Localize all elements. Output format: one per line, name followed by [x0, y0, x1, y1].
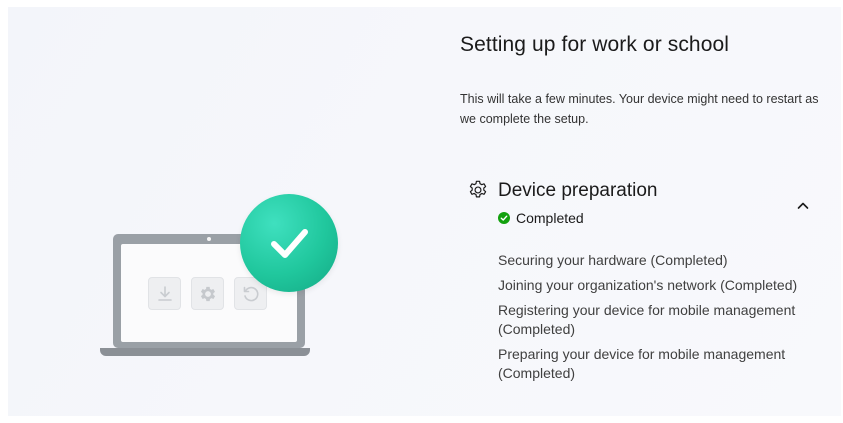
- list-item: Joining your organization's network (Com…: [498, 277, 798, 293]
- page-title: Setting up for work or school: [460, 33, 730, 56]
- chevron-up-icon: [797, 202, 809, 209]
- check-circle-icon: [498, 212, 510, 224]
- list-item: Registering your device for mobile manag…: [498, 302, 796, 337]
- camera-dot: [207, 237, 211, 241]
- step-list: Securing your hardware (Completed) Joini…: [498, 251, 828, 389]
- status-badge: Completed: [498, 210, 584, 226]
- setup-description: This will take a few minutes. Your devic…: [460, 92, 819, 126]
- laptop-base: [100, 348, 310, 356]
- section-title: Device preparation: [498, 180, 658, 201]
- gear-icon: [467, 179, 489, 201]
- illustration: [8, 7, 428, 416]
- collapse-button[interactable]: [792, 195, 814, 217]
- status-text: Completed: [516, 210, 584, 226]
- list-item: Preparing your device for mobile managem…: [498, 346, 786, 381]
- checkmark-icon: [240, 194, 338, 292]
- list-item: Securing your hardware (Completed): [498, 252, 728, 268]
- gear-icon: [191, 277, 224, 310]
- setup-window: Setting up for work or school This will …: [8, 7, 841, 416]
- download-icon: [148, 277, 181, 310]
